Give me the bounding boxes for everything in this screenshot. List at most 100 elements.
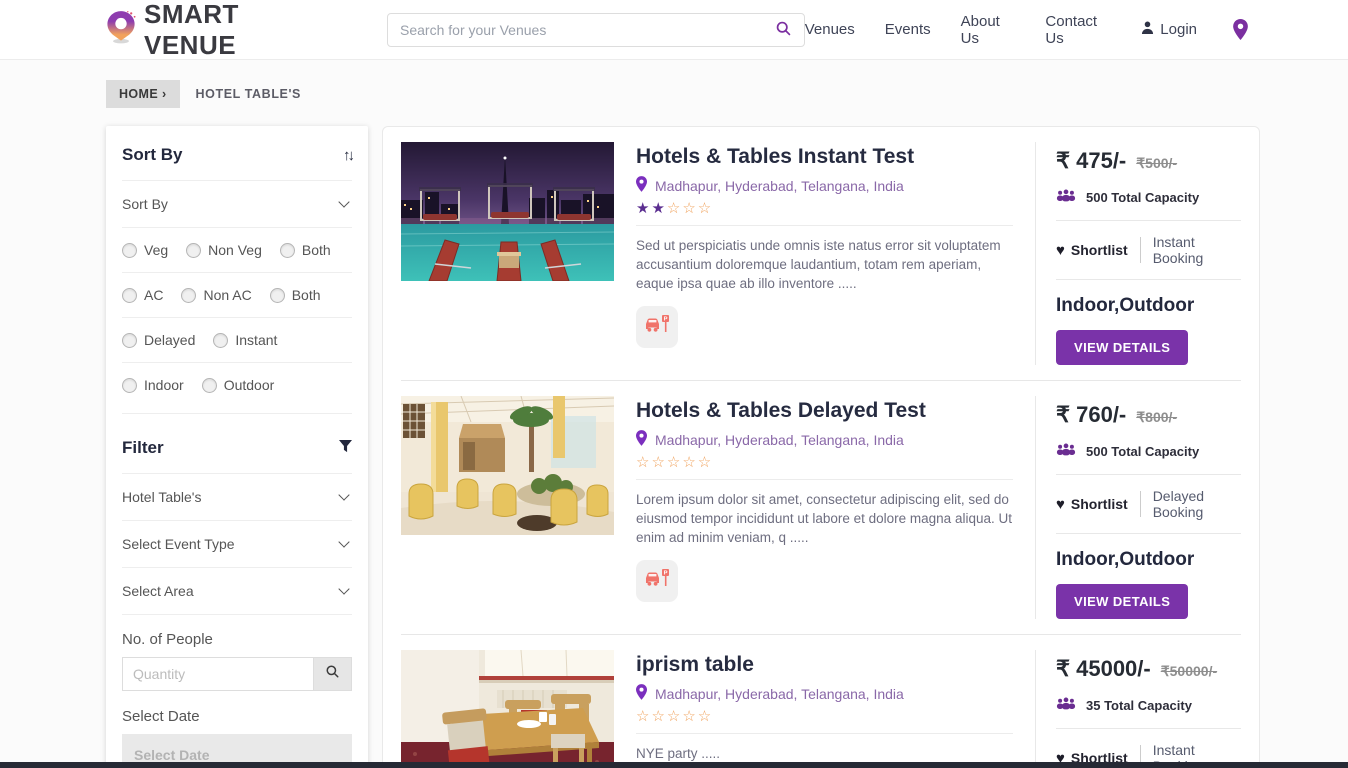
star-rating: ☆☆☆☆☆ bbox=[636, 703, 1013, 734]
radio-dot[interactable] bbox=[122, 333, 137, 348]
breadcrumb-home[interactable]: HOME › bbox=[106, 80, 180, 108]
search-input[interactable] bbox=[388, 22, 763, 38]
logo-pin-icon bbox=[106, 10, 136, 49]
login-link[interactable]: Login bbox=[1141, 21, 1197, 38]
search-button[interactable] bbox=[763, 20, 804, 40]
venue-info: iprism table Madhapur, Hyderabad, Telang… bbox=[614, 650, 1035, 768]
capacity-icon bbox=[1056, 443, 1076, 459]
view-details-button[interactable]: VIEW DETAILS bbox=[1056, 584, 1188, 619]
space-type-label: Indoor,Outdoor bbox=[1056, 549, 1241, 571]
radio-ac-both[interactable]: Both bbox=[270, 287, 321, 303]
venue-price: ₹ 475/- bbox=[1056, 148, 1126, 174]
radio-non-veg[interactable]: Non Veg bbox=[186, 242, 262, 258]
radio-outdoor[interactable]: Outdoor bbox=[202, 377, 275, 393]
car-parking-icon: P bbox=[644, 312, 670, 341]
quantity-search-button[interactable] bbox=[314, 657, 352, 691]
venue-title[interactable]: Hotels & Tables Delayed Test bbox=[636, 399, 1013, 423]
venue-actions: ₹ 475/- ₹500/- 500 Total Capacity ♥ bbox=[1035, 142, 1241, 365]
venue-list: Hotels & Tables Instant Test Madhapur, H… bbox=[382, 126, 1260, 768]
radio-dot[interactable] bbox=[186, 243, 201, 258]
people-label: No. of People bbox=[122, 614, 352, 657]
area-dropdown[interactable]: Select Area bbox=[122, 567, 352, 614]
radio-dot[interactable] bbox=[270, 288, 285, 303]
parking-amenity-badge: P bbox=[636, 560, 678, 602]
venue-photo-lobby[interactable] bbox=[401, 396, 614, 535]
radio-non-ac[interactable]: Non AC bbox=[181, 287, 251, 303]
venue-capacity: 500 Total Capacity bbox=[1086, 190, 1199, 205]
sort-direction-icon[interactable]: ↑↓ bbox=[343, 147, 352, 164]
login-label: Login bbox=[1160, 21, 1197, 38]
breadcrumb: HOME › HOTEL TABLE'S bbox=[0, 60, 1348, 122]
venue-description: Lorem ipsum dolor sit amet, consectetur … bbox=[636, 491, 1013, 548]
event-type-dropdown[interactable]: Select Event Type bbox=[122, 520, 352, 567]
chevron-down-icon bbox=[338, 583, 349, 594]
search-icon bbox=[325, 664, 340, 684]
booking-type-label: Instant Booking bbox=[1153, 234, 1241, 266]
radio-dot[interactable] bbox=[122, 243, 137, 258]
radio-dot[interactable] bbox=[213, 333, 228, 348]
venue-type-dropdown[interactable]: Hotel Table's bbox=[122, 473, 352, 520]
shortlist-button[interactable]: ♥ Shortlist bbox=[1056, 242, 1128, 259]
venue-card: Hotels & Tables Delayed Test Madhapur, H… bbox=[401, 381, 1241, 635]
sort-by-dropdown[interactable]: Sort By bbox=[122, 180, 352, 227]
space-filter-group: Indoor Outdoor bbox=[122, 362, 352, 407]
radio-instant[interactable]: Instant bbox=[213, 332, 277, 348]
radio-veg-both[interactable]: Both bbox=[280, 242, 331, 258]
venue-old-price: ₹800/- bbox=[1136, 409, 1177, 426]
shortlist-label: Shortlist bbox=[1071, 496, 1128, 512]
radio-dot[interactable] bbox=[122, 288, 137, 303]
ac-filter-group: AC Non AC Both bbox=[122, 272, 352, 317]
event-type-value: Select Event Type bbox=[122, 536, 235, 552]
view-details-button[interactable]: VIEW DETAILS bbox=[1056, 330, 1188, 365]
capacity-icon bbox=[1056, 697, 1076, 713]
nav-contact-us[interactable]: Contact Us bbox=[1045, 13, 1111, 47]
venue-photo-dining[interactable] bbox=[401, 650, 614, 768]
radio-delayed[interactable]: Delayed bbox=[122, 332, 195, 348]
radio-dot[interactable] bbox=[202, 378, 217, 393]
radio-ac[interactable]: AC bbox=[122, 287, 163, 303]
brand-name: SMART VENUE bbox=[144, 0, 331, 61]
stars-empty: ☆☆☆☆☆ bbox=[636, 708, 713, 725]
divider bbox=[1140, 237, 1141, 263]
filter-title: Filter bbox=[122, 438, 164, 458]
radio-dot[interactable] bbox=[122, 378, 137, 393]
quantity-input[interactable] bbox=[122, 657, 314, 691]
shortlist-label: Shortlist bbox=[1071, 242, 1128, 258]
venue-photo-night-pool[interactable] bbox=[401, 142, 614, 281]
capacity-icon bbox=[1056, 189, 1076, 205]
venue-actions: ₹ 760/- ₹800/- 500 Total Capacity ♥ bbox=[1035, 396, 1241, 619]
chevron-down-icon bbox=[338, 536, 349, 547]
stars-empty: ☆☆☆ bbox=[667, 200, 713, 217]
bottom-bar bbox=[0, 762, 1348, 768]
venue-info: Hotels & Tables Instant Test Madhapur, H… bbox=[614, 142, 1035, 365]
main-nav: Venues Events About Us Contact Us Login bbox=[805, 13, 1248, 47]
venue-title[interactable]: iprism table bbox=[636, 653, 1013, 677]
venue-title[interactable]: Hotels & Tables Instant Test bbox=[636, 145, 1013, 169]
chevron-down-icon bbox=[338, 196, 349, 207]
parking-amenity-badge: P bbox=[636, 306, 678, 348]
area-value: Select Area bbox=[122, 583, 194, 599]
venue-card: Hotels & Tables Instant Test Madhapur, H… bbox=[401, 127, 1241, 381]
venue-location: Madhapur, Hyderabad, Telangana, India bbox=[655, 178, 904, 194]
nav-venues[interactable]: Venues bbox=[805, 21, 855, 38]
nav-events[interactable]: Events bbox=[885, 21, 931, 38]
chevron-down-icon bbox=[338, 489, 349, 500]
venue-info: Hotels & Tables Delayed Test Madhapur, H… bbox=[614, 396, 1035, 619]
venue-actions: ₹ 45000/- ₹50000/- 35 Total Capacity ♥ bbox=[1035, 650, 1241, 768]
venue-price: ₹ 760/- bbox=[1056, 402, 1126, 428]
venue-old-price: ₹50000/- bbox=[1161, 663, 1217, 680]
radio-dot[interactable] bbox=[280, 243, 295, 258]
radio-veg[interactable]: Veg bbox=[122, 242, 168, 258]
venue-old-price: ₹500/- bbox=[1136, 155, 1177, 172]
shortlist-button[interactable]: ♥ Shortlist bbox=[1056, 496, 1128, 513]
venue-card: iprism table Madhapur, Hyderabad, Telang… bbox=[401, 635, 1241, 768]
booking-type-label: Delayed Booking bbox=[1153, 488, 1241, 520]
nav-about-us[interactable]: About Us bbox=[961, 13, 1016, 47]
venue-location: Madhapur, Hyderabad, Telangana, India bbox=[655, 686, 904, 702]
user-icon bbox=[1141, 21, 1154, 38]
brand-logo[interactable]: SMART VENUE bbox=[106, 0, 331, 61]
radio-dot[interactable] bbox=[181, 288, 196, 303]
location-pin-icon bbox=[636, 684, 647, 703]
location-pin-icon[interactable] bbox=[1233, 19, 1248, 40]
radio-indoor[interactable]: Indoor bbox=[122, 377, 184, 393]
